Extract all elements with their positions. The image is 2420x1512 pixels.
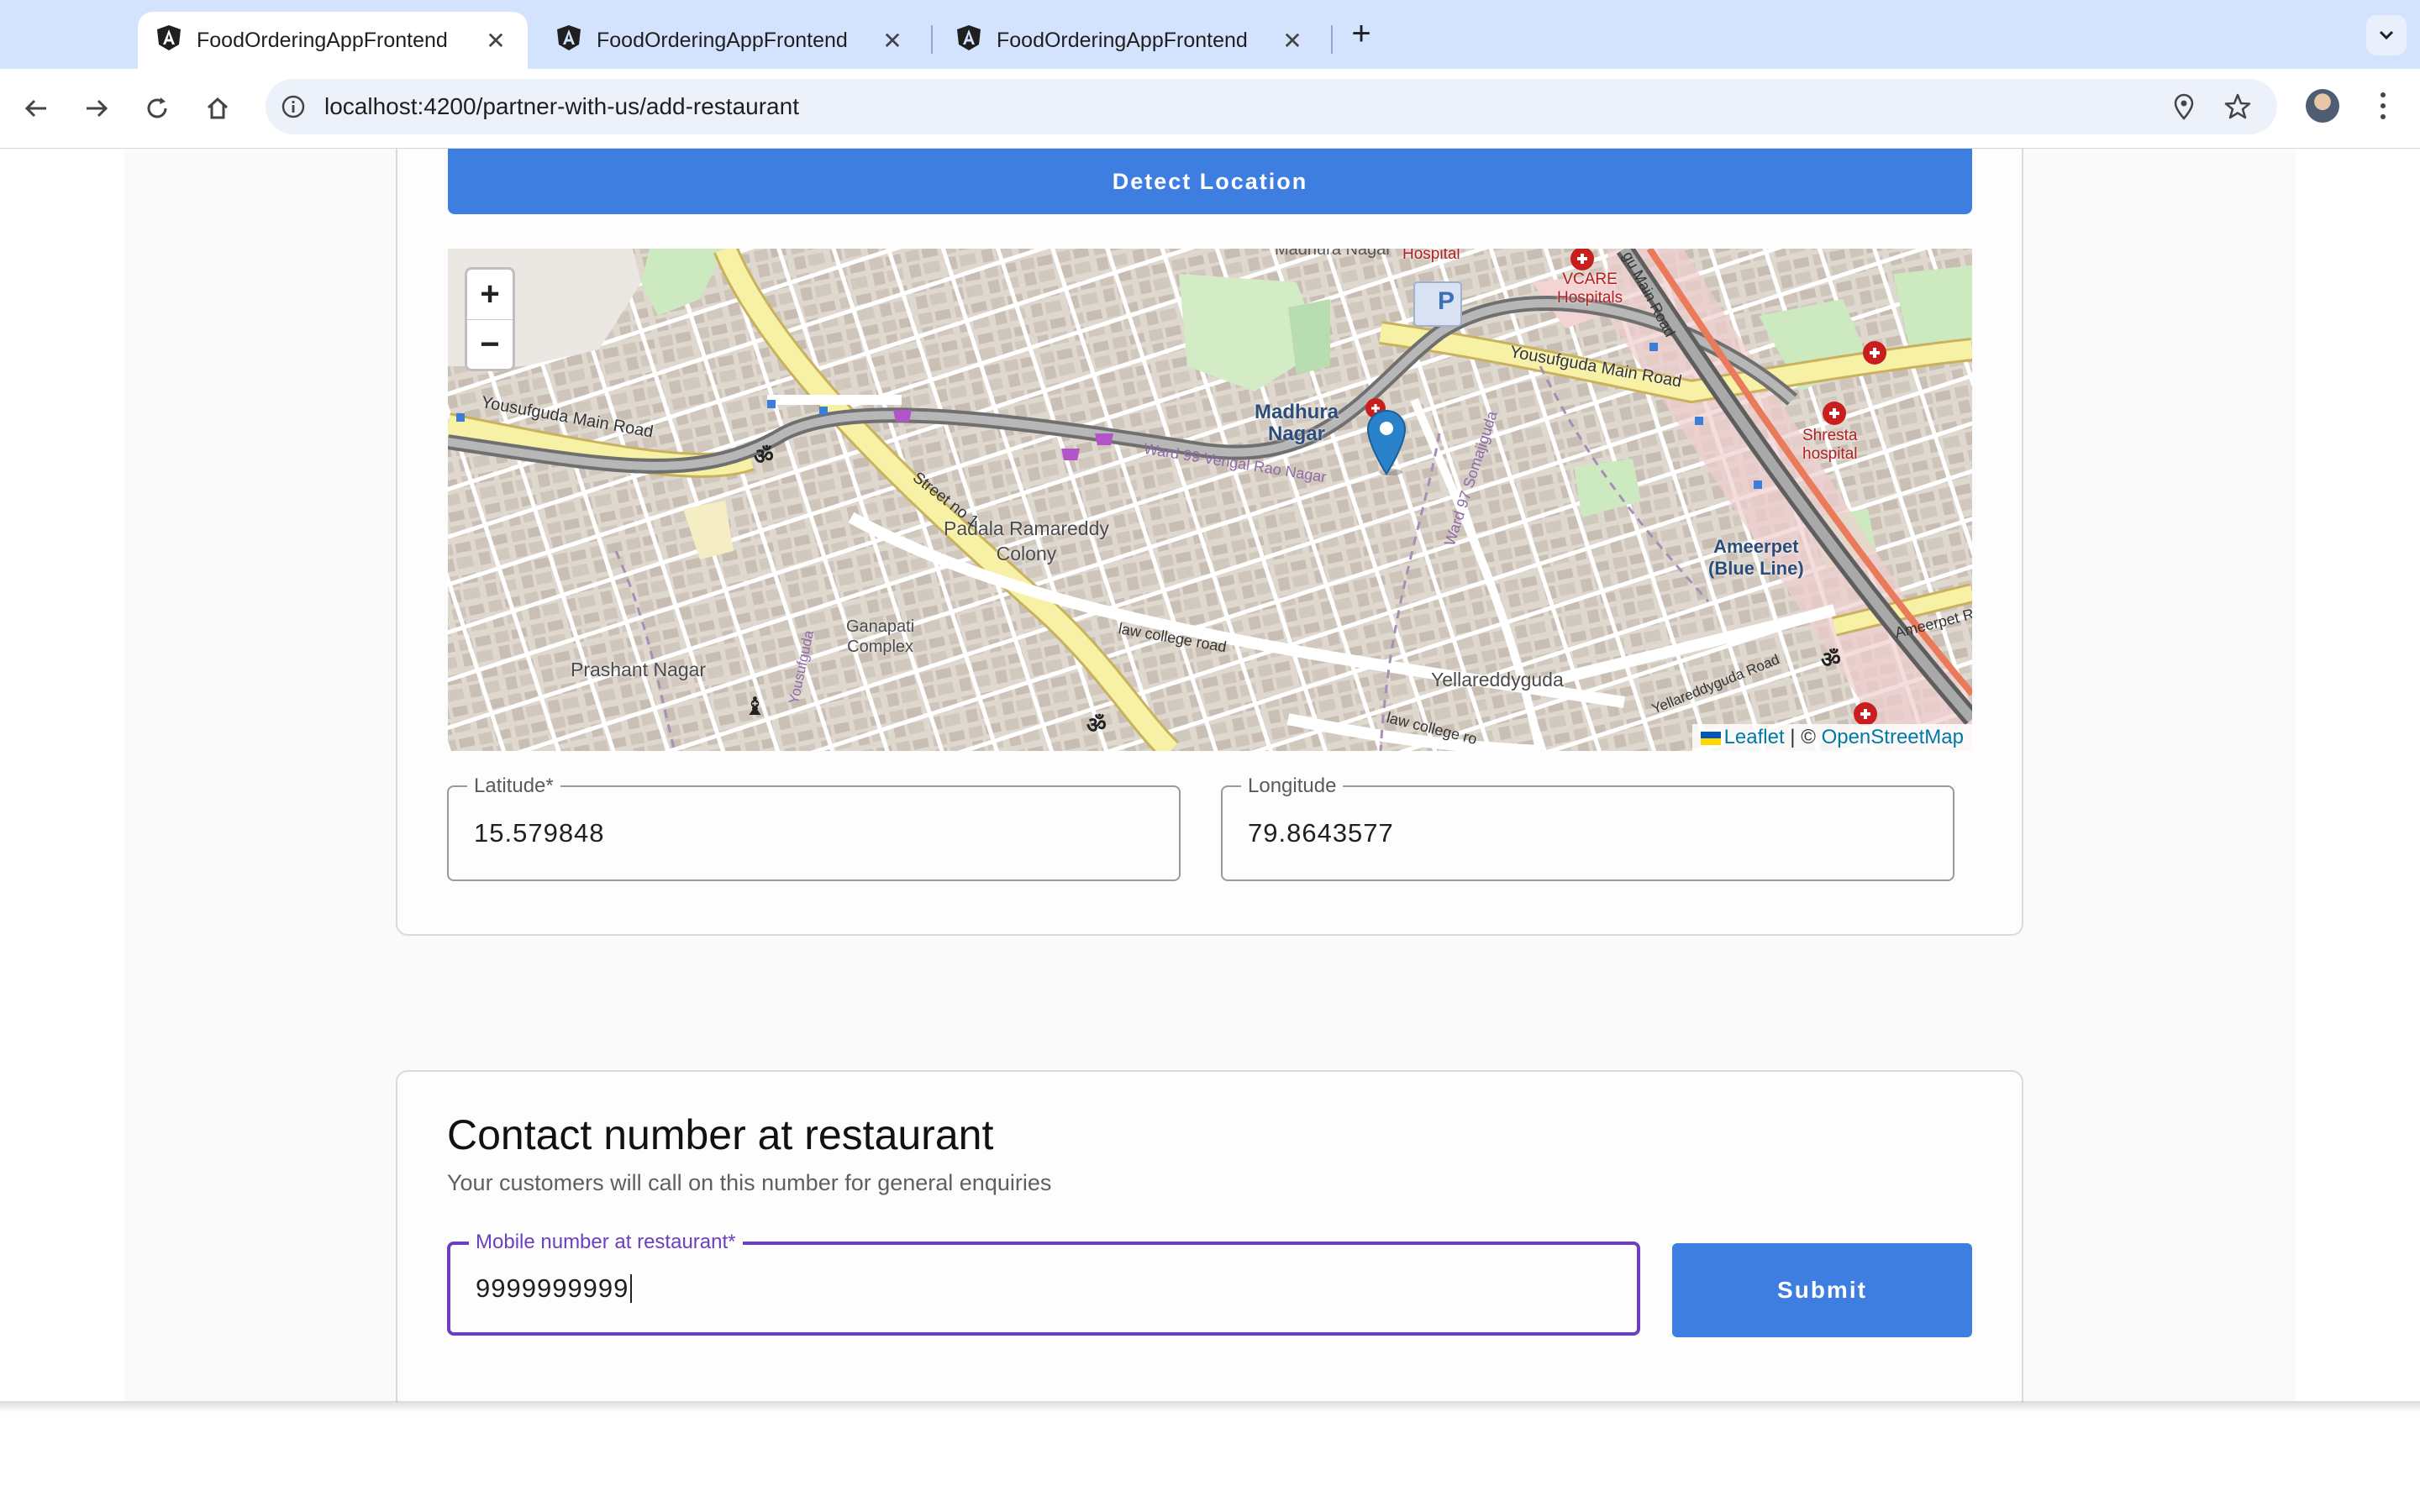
chevron-down-icon	[2379, 30, 2394, 40]
home-button[interactable]	[198, 89, 237, 128]
map-label-madhura-nagar-top: Madhura Nagar	[1275, 249, 1392, 259]
profile-avatar[interactable]	[2306, 89, 2339, 123]
map-label-line: Ganapati	[846, 617, 915, 636]
mobile-number-value: 9999999999	[476, 1273, 629, 1303]
map-label-line: Madhura	[1255, 401, 1339, 423]
map-label-ganapati-complex: Ganapati Complex	[846, 617, 914, 657]
site-info-icon[interactable]	[279, 92, 308, 121]
new-tab-icon[interactable]: +	[1344, 17, 1378, 50]
contact-section-subtitle: Your customers will call on this number …	[447, 1170, 1052, 1195]
forward-arrow-icon	[87, 99, 108, 118]
map-label-line: Ameerpet	[1713, 536, 1799, 557]
submit-button[interactable]: Submit	[1672, 1243, 1972, 1337]
map-label-madhura-nagar: Madhura Nagar	[1255, 402, 1339, 445]
latitude-value[interactable]: 15.579848	[474, 787, 605, 879]
page-bottom-shadow	[0, 1401, 2420, 1413]
map-label-vcare-hospitals: VCARE Hospitals	[1557, 270, 1623, 307]
mobile-number-input[interactable]: 9999999999	[476, 1245, 633, 1332]
location-marker-icon[interactable]	[1365, 408, 1407, 480]
map-label-parking: P	[1438, 287, 1455, 315]
location-map[interactable]: Madhura Nagar Yousufguda Main Road Yousu…	[448, 249, 1972, 751]
map-attribution: Leaflet | © OpenStreetMap	[1691, 724, 1972, 751]
tab-title: FoodOrderingAppFrontend	[997, 28, 1248, 52]
map-label-line: (Blue Line)	[1708, 558, 1804, 579]
zoom-out-button[interactable]: −	[467, 320, 513, 370]
angular-logo-icon	[156, 24, 182, 57]
longitude-value[interactable]: 79.8643577	[1248, 787, 1394, 879]
tab-search-button[interactable]	[2366, 15, 2407, 55]
tab-title: FoodOrderingAppFrontend	[597, 28, 848, 52]
detect-location-button[interactable]: Detect Location	[448, 149, 1972, 214]
map-label-line: Complex	[847, 638, 914, 656]
map-label-line: Shresta	[1802, 427, 1858, 444]
map-label-line: Colony	[996, 543, 1057, 564]
leaflet-link[interactable]: Leaflet	[1724, 726, 1785, 748]
location-pin-icon[interactable]	[2168, 91, 2200, 123]
forward-button[interactable]	[77, 89, 116, 128]
map-zoom-control: + −	[465, 267, 515, 371]
back-button[interactable]	[17, 89, 55, 128]
chess-monument-icon: ♝	[744, 693, 766, 721]
tab-separator	[1331, 25, 1333, 54]
map-label-hospital: Hospital	[1402, 249, 1460, 263]
temple-icon: ॐ	[1086, 712, 1107, 738]
map-label-line: Nagar	[1267, 423, 1326, 445]
browser-menu-icon[interactable]	[2368, 87, 2398, 124]
bookmark-star-icon[interactable]	[2222, 91, 2254, 123]
latitude-field[interactable]: Latitude* 15.579848	[447, 774, 1181, 881]
ukraine-flag-icon	[1700, 731, 1721, 745]
angular-logo-icon	[556, 24, 581, 57]
home-icon	[207, 97, 229, 119]
openstreetmap-link[interactable]: OpenStreetMap	[1822, 726, 1964, 748]
temple-icon: ॐ	[754, 444, 774, 469]
map-label-prashant-nagar: Prashant Nagar	[571, 659, 707, 680]
reload-button[interactable]	[138, 89, 176, 128]
map-label-ameerpet-blue-line: Ameerpet (Blue Line)	[1708, 536, 1804, 580]
map-label-line: VCARE	[1562, 270, 1618, 288]
reload-icon	[147, 97, 167, 118]
text-caret	[630, 1274, 633, 1303]
close-tab-icon[interactable]: ✕	[481, 25, 511, 55]
map-label-line: hospital	[1802, 445, 1858, 463]
map-label-shresta-hospital: Shresta hospital	[1802, 427, 1858, 464]
map-label-line: Hospitals	[1557, 289, 1623, 307]
temple-icon: ॐ	[1821, 647, 1841, 672]
tab-separator	[931, 25, 933, 54]
browser-toolbar: localhost:4200/partner-with-us/add-resta…	[0, 69, 2420, 149]
tab-strip: FoodOrderingAppFrontend ✕ FoodOrderingAp…	[0, 0, 2420, 69]
close-tab-icon[interactable]: ✕	[877, 25, 908, 55]
longitude-field[interactable]: Longitude 79.8643577	[1221, 774, 1954, 881]
browser-tab-2[interactable]: FoodOrderingAppFrontend ✕	[538, 12, 924, 69]
contact-section-title: Contact number at restaurant	[447, 1111, 994, 1158]
page-content: Detect Location Madhura Nagar Yousufguda…	[0, 149, 2420, 1402]
angular-logo-icon	[956, 24, 981, 57]
url-text[interactable]: localhost:4200/partner-with-us/add-resta…	[324, 79, 799, 134]
tab-title: FoodOrderingAppFrontend	[197, 28, 448, 52]
back-arrow-icon	[24, 99, 46, 118]
address-bar[interactable]: localhost:4200/partner-with-us/add-resta…	[266, 79, 2277, 134]
browser-tab-3[interactable]: FoodOrderingAppFrontend ✕	[938, 12, 1324, 69]
browser-tab-1[interactable]: FoodOrderingAppFrontend ✕	[138, 12, 528, 69]
attribution-separator: | ©	[1790, 726, 1816, 748]
mobile-number-field[interactable]: Mobile number at restaurant* 9999999999	[447, 1231, 1640, 1336]
close-tab-icon[interactable]: ✕	[1277, 25, 1307, 55]
map-label-yellareddyguda: Yellareddyguda	[1431, 669, 1564, 690]
zoom-in-button[interactable]: +	[467, 270, 513, 320]
